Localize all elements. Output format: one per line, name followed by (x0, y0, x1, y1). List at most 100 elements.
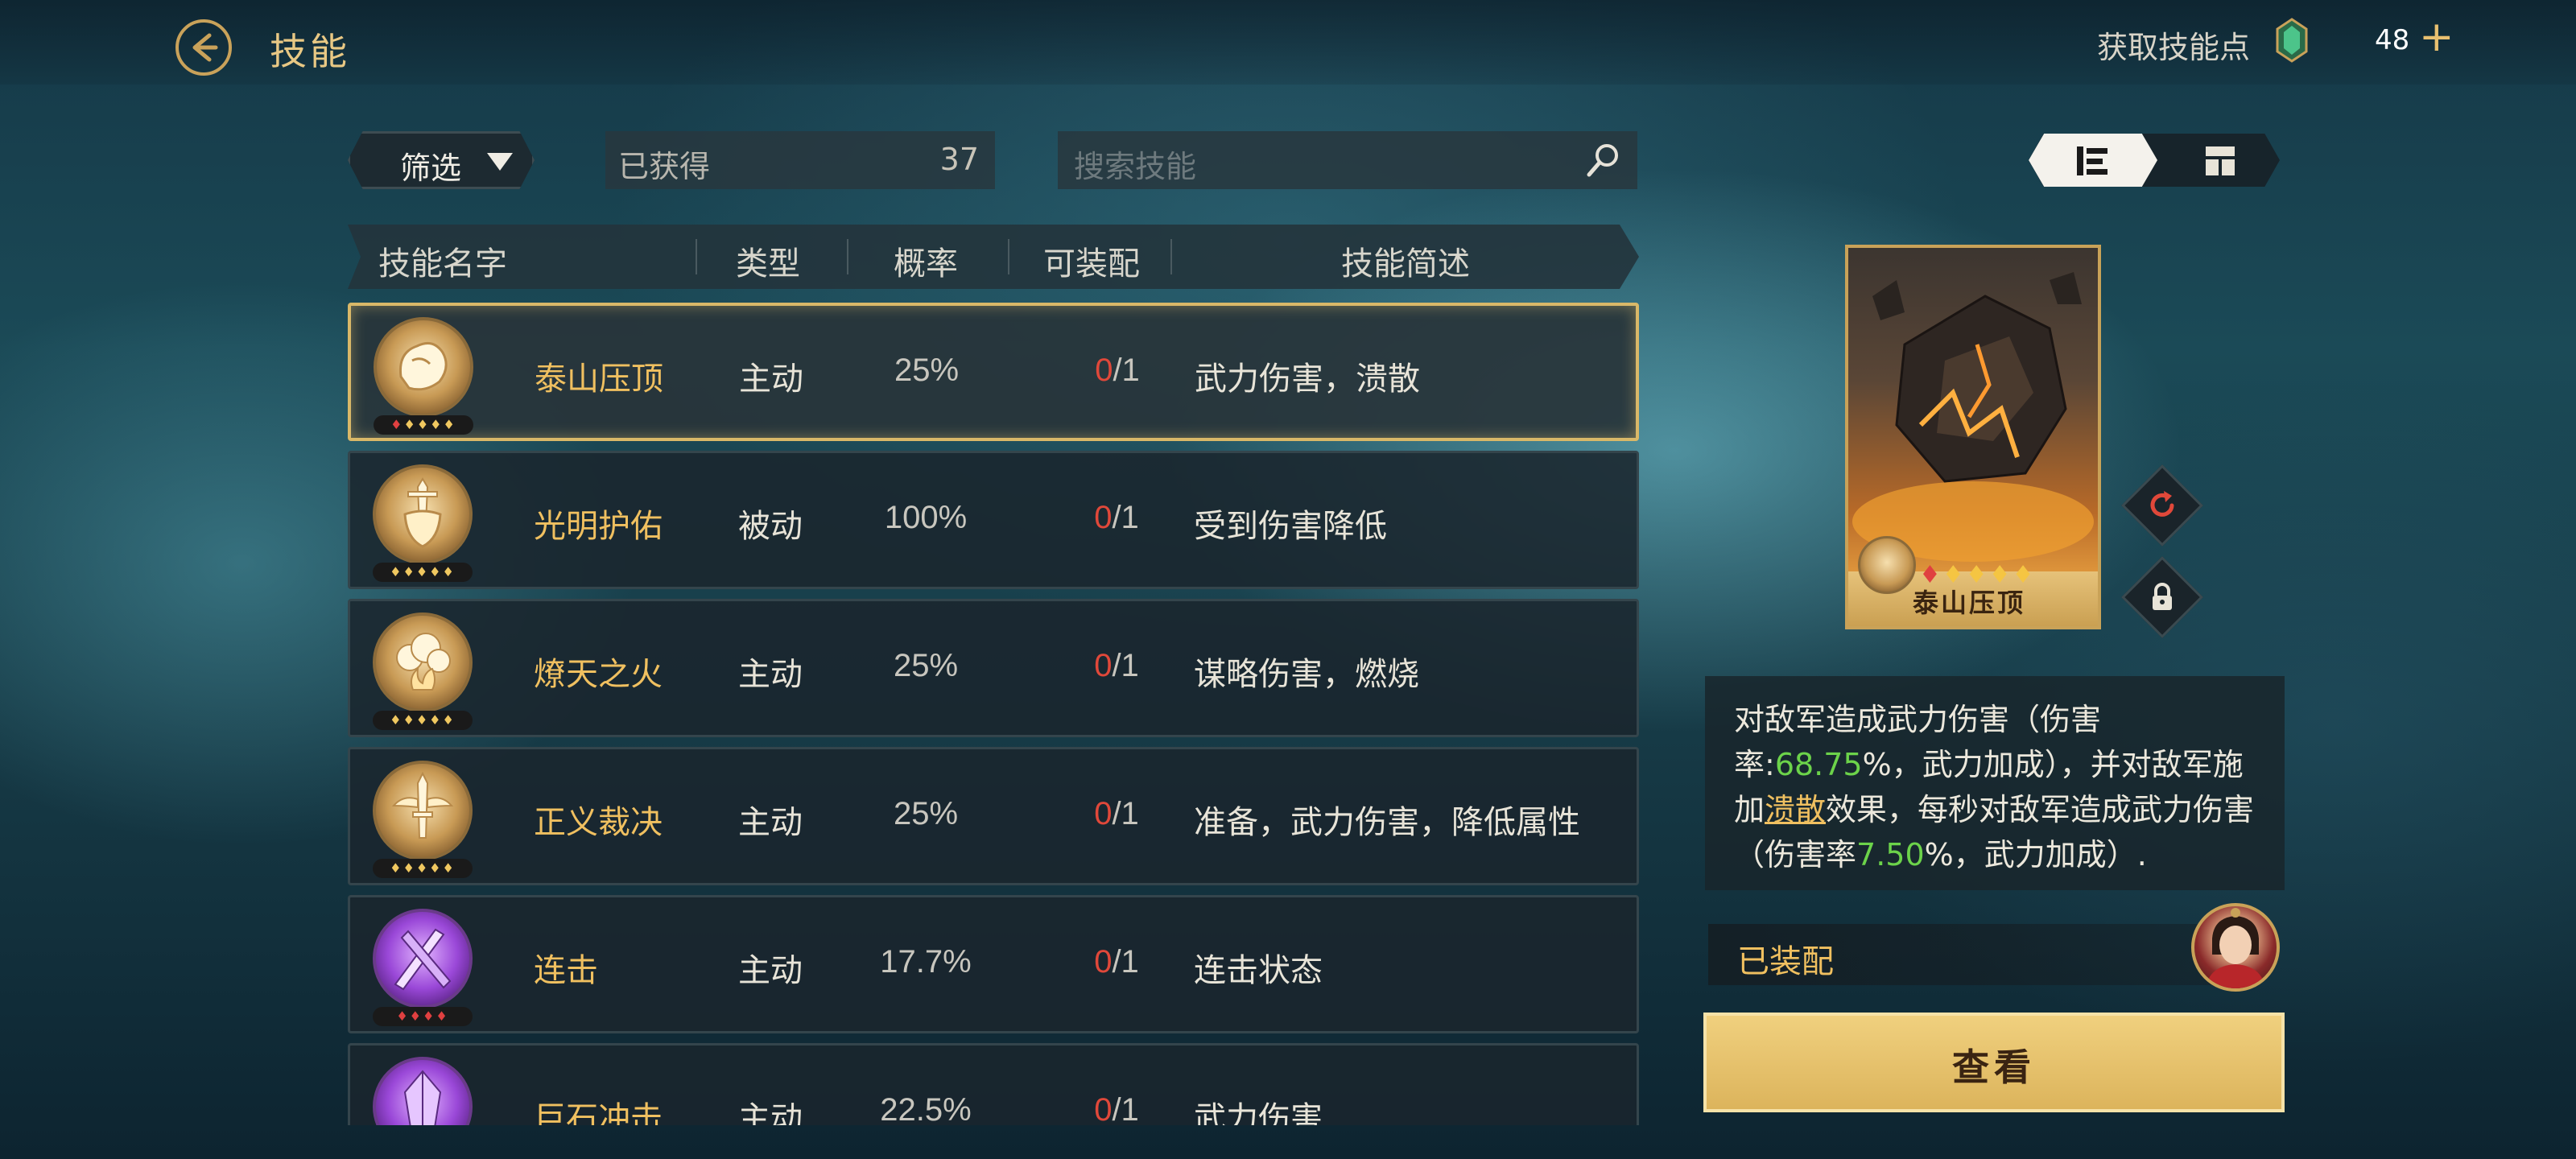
skill-name: 燎天之火 (534, 656, 663, 693)
owned-count: 37 (939, 142, 979, 177)
skill-name: 连击 (534, 952, 598, 989)
list-view-icon (2077, 146, 2107, 175)
skill-icon (373, 909, 473, 1008)
column-header-description: 技能简述 (1341, 245, 1470, 283)
skill-icon (373, 1057, 473, 1125)
skill-rate: 25% (893, 648, 959, 683)
skill-type: 主动 (738, 804, 803, 841)
equipped-hero-avatar[interactable] (2191, 903, 2280, 992)
star-rating: ♦♦♦♦♦ (374, 415, 473, 435)
skill-description: 受到伤害降低 (1194, 508, 1387, 545)
skill-description: 准备，武力伤害，降低属性 (1194, 804, 1580, 841)
get-skill-points-label[interactable]: 获取技能点 (2097, 23, 2250, 67)
back-arrow-icon (192, 33, 218, 62)
column-header-name[interactable]: 技能名字 (378, 237, 507, 284)
skill-type: 主动 (739, 361, 803, 398)
owned-count-box: 已获得 37 (605, 131, 995, 189)
skill-list[interactable]: ♦♦♦♦♦ 泰山压顶 主动 25% 0/1 武力伤害，溃散 ♦♦♦♦♦ 光明护佑… (348, 301, 1639, 1125)
view-skill-button[interactable]: 查看 (1703, 1013, 2285, 1112)
lock-icon (2153, 583, 2172, 610)
crossed-blades-icon (394, 928, 452, 991)
skill-type: 被动 (738, 508, 803, 545)
skill-equip-count: 0/1 (1094, 796, 1139, 831)
sword-shield-icon (403, 477, 442, 548)
skill-icon (373, 464, 473, 564)
skill-card[interactable]: ♦♦♦♦♦ 泰山压顶 (1845, 245, 2101, 629)
view-mode-toggle (2029, 134, 2280, 187)
fire-cloud-icon (396, 633, 451, 691)
skill-row[interactable]: ♦♦♦♦♦ 泰山压顶 主动 25% 0/1 武力伤害，溃散 (348, 303, 1639, 441)
skill-row[interactable]: ♦♦♦♦♦ 燎天之火 主动 25% 0/1 谋略伤害，燃烧 (348, 599, 1639, 737)
hero-portrait-icon (2206, 908, 2265, 988)
skill-row[interactable]: ♦♦♦♦♦ 光明护佑 被动 100% 0/1 受到伤害降低 (348, 451, 1639, 589)
skill-description: 连击状态 (1194, 952, 1323, 989)
star-rating: ♦♦♦♦♦ (373, 563, 473, 582)
column-divider (1170, 239, 1172, 274)
skill-icon (373, 761, 473, 860)
skill-equip-count: 0/1 (1095, 353, 1140, 388)
star-rating: ♦♦♦♦ (373, 1007, 473, 1026)
skill-rate: 17.7% (880, 944, 972, 980)
column-divider (696, 239, 697, 274)
skill-detail-text: 对敌军造成武力伤害（伤害率:68.75%，武力加成），并对敌军施加溃散效果，每秒… (1734, 702, 2255, 872)
skill-equip-count: 0/1 (1094, 500, 1139, 535)
skill-rate: 22.5% (880, 1092, 972, 1125)
search-icon[interactable] (1584, 141, 1623, 179)
skill-row[interactable]: ♦♦♦♦♦ 正义裁决 主动 25% 0/1 准备，武力伤害，降低属性 (348, 747, 1639, 885)
skill-type: 主动 (738, 952, 803, 989)
skill-description: 武力伤害 (1194, 1100, 1323, 1125)
boulder-icon (398, 341, 448, 391)
grid-view-icon (2206, 146, 2235, 175)
skill-description: 武力伤害，溃散 (1195, 361, 1420, 398)
skill-rate: 25% (893, 796, 959, 831)
skill-icon (374, 317, 473, 417)
skill-type: 主动 (738, 656, 803, 693)
list-view-button[interactable] (2029, 134, 2157, 187)
equipped-status-bar: 已装配 (1708, 924, 2223, 985)
caret-down-icon (487, 153, 513, 171)
skill-row[interactable]: ♦♦♦♦ 连击 主动 17.7% 0/1 连击状态 (348, 895, 1639, 1033)
skill-row[interactable]: 巨石冲击 主动 22.5% 0/1 武力伤害 (348, 1043, 1639, 1125)
column-divider (1008, 239, 1009, 274)
search-input[interactable]: 搜索技能 (1058, 131, 1637, 189)
table-header: 技能名字 类型 概率 可装配 技能简述 (348, 225, 1639, 289)
page-title: 技能 (270, 30, 350, 73)
skill-type: 主动 (738, 1100, 803, 1125)
skill-name: 巨石冲击 (534, 1100, 663, 1125)
refresh-icon (2150, 491, 2174, 517)
skill-description: 谋略伤害，燃烧 (1194, 656, 1419, 693)
owned-label: 已获得 (618, 149, 711, 184)
star-rating: ♦♦♦♦♦ (373, 859, 473, 878)
grid-view-button[interactable] (2157, 134, 2280, 187)
skill-name: 正义裁决 (534, 804, 663, 841)
skill-rate: 100% (884, 500, 968, 535)
star-rating: ♦♦♦♦♦ (373, 711, 473, 730)
skill-icon (373, 612, 473, 712)
skill-equip-count: 0/1 (1094, 648, 1139, 683)
skill-card-artwork (1852, 272, 2094, 562)
add-skill-points-button[interactable]: + (2419, 16, 2454, 58)
skill-equip-count: 0/1 (1094, 944, 1139, 980)
skill-detail-description: 对敌军造成武力伤害（伤害率:68.75%，武力加成），并对敌军施加溃散效果，每秒… (1705, 676, 2285, 890)
skill-name: 泰山压顶 (535, 361, 663, 398)
rock-crystal-icon (403, 1070, 442, 1125)
column-header-rate[interactable]: 概率 (894, 237, 958, 284)
filter-label: 筛选 (400, 151, 462, 186)
column-header-equippable[interactable]: 可装配 (1043, 237, 1140, 284)
filter-button[interactable]: 筛选 (348, 131, 535, 189)
equipped-label: 已装配 (1737, 943, 1834, 980)
column-divider (847, 239, 848, 274)
skill-equip-count: 0/1 (1094, 1092, 1139, 1125)
skill-rate: 25% (894, 353, 960, 388)
column-header-type[interactable]: 类型 (736, 237, 800, 284)
card-skill-name: 泰山压顶 (1913, 588, 2026, 618)
view-button-label: 查看 (1952, 1046, 2036, 1089)
search-placeholder: 搜索技能 (1074, 149, 1197, 184)
status-keyword-link[interactable]: 溃散 (1765, 792, 1826, 827)
card-skill-icon (1858, 536, 1916, 594)
skill-name: 光明护佑 (534, 508, 663, 545)
skill-gem-icon (2276, 18, 2308, 63)
winged-sword-icon (391, 771, 454, 839)
back-button[interactable] (175, 19, 232, 76)
skill-points-count: 48 (2375, 24, 2410, 56)
